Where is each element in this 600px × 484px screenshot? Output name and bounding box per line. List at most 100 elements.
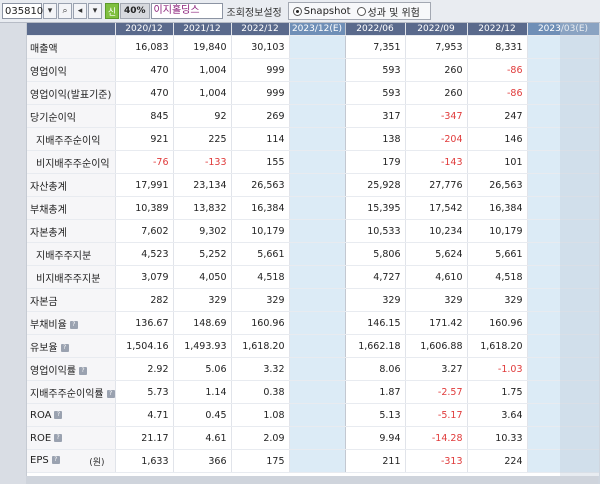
financial-table: 2020/12 2021/12 2022/12 2023/12(E) 2022/06 20… <box>27 23 599 473</box>
table-cell: 4,523 <box>115 242 174 266</box>
snapshot-radio-label[interactable]: Snapshot <box>304 6 351 17</box>
table-cell: 16,384 <box>231 196 290 220</box>
row-label: 당기순이익 <box>27 104 116 128</box>
column-header[interactable]: 2020/12 <box>115 23 174 36</box>
table-cell: 470 <box>115 81 174 105</box>
column-header[interactable]: 2022/12 <box>467 23 528 36</box>
table-cell <box>289 35 346 59</box>
table-cell: 1,633 <box>115 449 174 473</box>
row-label: 자본총계 <box>27 219 116 243</box>
table-cell: 19,840 <box>173 35 232 59</box>
row-label-text: 지배주주지분 <box>36 250 92 262</box>
table-cell: 148.69 <box>173 311 232 335</box>
margin-rate-badge: 40% <box>120 3 150 19</box>
table-cell: 3.64 <box>467 403 528 427</box>
table-cell: 329 <box>345 288 406 312</box>
row-label-text: 부채총계 <box>30 204 67 216</box>
column-header[interactable]: 2022/09 <box>405 23 468 36</box>
info-icon[interactable]: ? <box>54 410 63 419</box>
snapshot-radio[interactable] <box>292 6 302 16</box>
info-icon[interactable]: ? <box>79 366 87 375</box>
table-cell: 593 <box>345 81 406 105</box>
performance-radio-label[interactable]: 성과 및 위험 <box>368 4 420 19</box>
table-cell: 13,832 <box>173 196 232 220</box>
info-icon[interactable]: ? <box>51 455 60 464</box>
row-label-text: 유보율 <box>30 342 58 354</box>
row-label-text: ROE <box>30 432 52 444</box>
table-cell: 146.15 <box>345 311 406 335</box>
dropdown-arrow-icon[interactable]: ▾ <box>43 3 57 19</box>
table-row: 자본금 282 329 329 329 329 329 <box>27 288 599 312</box>
table-cell: 15,395 <box>345 196 406 220</box>
performance-radio[interactable] <box>356 6 366 16</box>
horizontal-scrollbar[interactable] <box>26 476 598 484</box>
table-cell: 3.32 <box>231 357 290 381</box>
query-settings-button[interactable]: 조회정보설정 <box>227 4 282 19</box>
table-cell: 5,661 <box>231 242 290 266</box>
row-label: 지배주주순이익 <box>27 127 116 151</box>
table-cell: 921 <box>115 127 174 151</box>
table-cell <box>289 288 346 312</box>
table-cell: 92 <box>173 104 232 128</box>
info-icon[interactable]: ? <box>69 320 78 329</box>
row-label: 유보율? <box>27 334 116 358</box>
table-cell: 160.96 <box>231 311 290 335</box>
table-cell <box>289 242 346 266</box>
search-icon[interactable]: ⌕ <box>58 3 72 19</box>
table-cell: 171.42 <box>405 311 468 335</box>
column-header[interactable]: 2021/12 <box>173 23 232 36</box>
table-cell: 3.27 <box>405 357 468 381</box>
table-cell: 17,542 <box>405 196 468 220</box>
table-cell: 260 <box>405 58 468 82</box>
table-cell: 211 <box>345 449 406 473</box>
table-cell: 3,079 <box>115 265 174 289</box>
row-label-text: 자본총계 <box>30 227 67 239</box>
table-cell <box>289 173 346 197</box>
table-cell: 470 <box>115 58 174 82</box>
row-label: 영업이익 <box>27 58 116 82</box>
table-cell: 114 <box>231 127 290 151</box>
row-label-text: 비지배주주순이익 <box>36 158 110 170</box>
stock-code-input[interactable]: 035810 <box>2 3 43 19</box>
table-cell: 17,991 <box>115 173 174 197</box>
sin-badge: 신 <box>105 3 119 19</box>
table-row: 비지배주주지분 3,079 4,050 4,518 4,727 4,610 4,518 <box>27 265 599 289</box>
table-cell <box>289 449 346 473</box>
table-cell: 23,134 <box>173 173 232 197</box>
company-name-field[interactable]: 이지홀딩스 <box>150 3 223 19</box>
financial-table-container[interactable]: 2020/12 2021/12 2022/12 2023/12(E) 2022/06 20… <box>26 23 599 476</box>
column-header[interactable]: 2022/06 <box>345 23 406 36</box>
table-cell: 1.75 <box>467 380 528 404</box>
table-cell: 8.06 <box>345 357 406 381</box>
table-row: 부채비율? 136.67 148.69 160.96 146.15 171.42 160.9… <box>27 311 599 335</box>
table-cell: 4.71 <box>115 403 174 427</box>
menu-dropdown-icon[interactable]: ▾ <box>88 3 102 19</box>
table-cell: 1,618.20 <box>467 334 528 358</box>
table-row: ROE? 21.17 4.61 2.09 9.94 -14.28 10.33 <box>27 426 599 450</box>
table-row: EPS? (원) 1,633 366 175 211 -313 224 <box>27 449 599 473</box>
table-cell: 845 <box>115 104 174 128</box>
table-row: 영업이익률? 2.92 5.06 3.32 8.06 3.27 -1.03 <box>27 357 599 381</box>
table-row: 자본총계 7,602 9,302 10,179 10,533 10,234 10,179 <box>27 219 599 243</box>
table-cell: 269 <box>231 104 290 128</box>
prev-arrow-icon[interactable]: ◂ <box>73 3 87 19</box>
table-cell <box>289 219 346 243</box>
table-cell: 329 <box>231 288 290 312</box>
table-row: 지배주주지분 4,523 5,252 5,661 5,806 5,624 5,661 <box>27 242 599 266</box>
table-cell: 10,533 <box>345 219 406 243</box>
table-cell: 9,302 <box>173 219 232 243</box>
row-label-text: 지배주주순이익 <box>36 135 101 147</box>
info-icon[interactable]: ? <box>60 343 69 352</box>
table-cell: 7,351 <box>345 35 406 59</box>
table-cell: 5.13 <box>345 403 406 427</box>
column-header[interactable]: 2022/12 <box>231 23 290 36</box>
info-icon[interactable]: ? <box>106 389 114 398</box>
view-radio-group: Snapshot 성과 및 위험 <box>287 2 431 20</box>
table-cell: 146 <box>467 127 528 151</box>
table-row: ROA? 4.71 0.45 1.08 5.13 -5.17 3.64 <box>27 403 599 427</box>
table-cell: -313 <box>405 449 468 473</box>
table-cell: 4,518 <box>231 265 290 289</box>
info-icon[interactable]: ? <box>54 433 63 442</box>
table-cell: 1,606.88 <box>405 334 468 358</box>
column-header[interactable]: 2023/12(E) <box>289 23 346 36</box>
